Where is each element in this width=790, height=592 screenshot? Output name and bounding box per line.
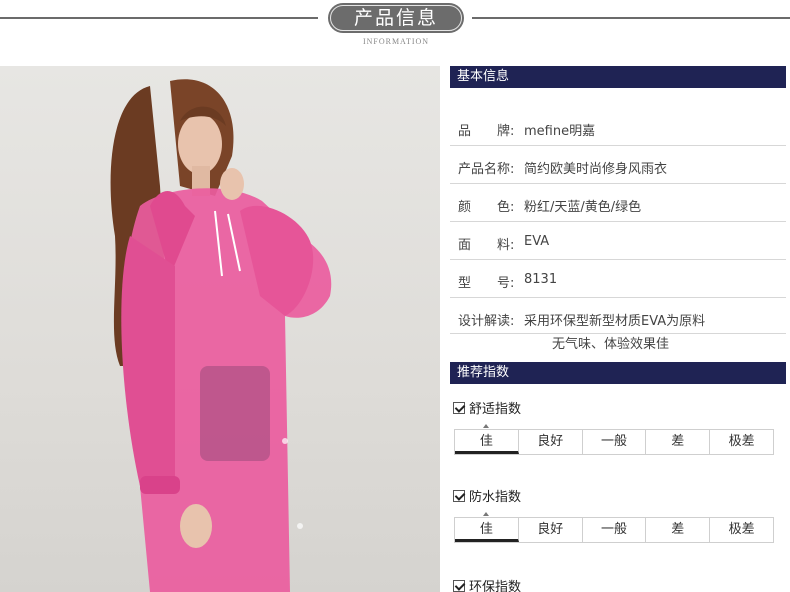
recommend-panel: 推荐指数 bbox=[450, 362, 786, 384]
product-photo bbox=[0, 66, 440, 592]
info-label: 产品名称: bbox=[458, 162, 515, 177]
index-name: 舒适指数 bbox=[469, 402, 522, 417]
header-divider-right bbox=[472, 17, 790, 19]
info-label: 型 号: bbox=[458, 276, 515, 291]
comfort-index-heading: 舒适指数 bbox=[453, 398, 521, 417]
comfort-rating-scale: 佳 良好 一般 差 极差 bbox=[454, 424, 774, 455]
checkbox-icon bbox=[453, 580, 465, 592]
section-title: 产品信息 bbox=[330, 5, 462, 31]
info-value: mefine明嘉 bbox=[524, 124, 596, 139]
basic-info-panel: 基本信息 bbox=[450, 66, 786, 88]
rating-option-selected: 佳 bbox=[455, 512, 519, 542]
info-label: 品 牌: bbox=[458, 124, 515, 139]
info-row-color: 颜 色: 粉红/天蓝/黄色/绿色 bbox=[450, 184, 786, 222]
info-row-brand: 品 牌: mefine明嘉 bbox=[450, 108, 786, 146]
info-row-model: 型 号: 8131 bbox=[450, 260, 786, 298]
info-label: 颜 色: bbox=[458, 200, 515, 215]
info-row-fabric: 面 料: EVA bbox=[450, 222, 786, 260]
rating-option: 良好 bbox=[519, 430, 583, 454]
waterproof-index-heading: 防水指数 bbox=[453, 486, 521, 505]
rating-option: 差 bbox=[646, 518, 711, 542]
section-header: 产品信息 INFORMATION bbox=[0, 0, 790, 58]
model-raincoat-illustration bbox=[110, 79, 332, 592]
info-value: 粉红/天蓝/黄色/绿色 bbox=[524, 200, 642, 215]
checkbox-icon bbox=[453, 402, 465, 414]
section-subtitle: INFORMATION bbox=[362, 37, 430, 46]
rating-option-selected: 佳 bbox=[455, 424, 519, 454]
header-divider-left bbox=[0, 17, 318, 19]
recommend-heading: 推荐指数 bbox=[450, 362, 786, 384]
info-label: 面 料: bbox=[458, 238, 515, 253]
waterproof-rating-scale: 佳 良好 一般 差 极差 bbox=[454, 512, 774, 543]
info-row-name: 产品名称: 简约欧美时尚修身风雨衣 bbox=[450, 146, 786, 184]
info-row-design: 设计解读: 采用环保型新型材质EVA为原料 bbox=[450, 298, 786, 334]
info-value: EVA bbox=[524, 234, 550, 249]
rating-option: 极差 bbox=[728, 522, 755, 537]
rating-option: 一般 bbox=[583, 518, 647, 542]
rating-option: 差 bbox=[646, 430, 711, 454]
basic-info-heading: 基本信息 bbox=[450, 66, 786, 88]
section-title-badge: 产品信息 bbox=[328, 3, 464, 33]
rating-option: 极差 bbox=[728, 434, 755, 449]
rating-option: 良好 bbox=[519, 518, 583, 542]
index-name: 防水指数 bbox=[469, 490, 522, 505]
index-name: 环保指数 bbox=[469, 580, 522, 592]
design-note-continued: 无气味、体验效果佳 bbox=[552, 337, 670, 352]
info-value: 8131 bbox=[524, 272, 558, 287]
info-label: 设计解读: bbox=[458, 314, 515, 329]
eco-index-heading: 环保指数 bbox=[453, 576, 521, 592]
info-value: 采用环保型新型材质EVA为原料 bbox=[524, 314, 706, 329]
checkbox-icon bbox=[453, 490, 465, 502]
rating-option: 一般 bbox=[583, 430, 647, 454]
info-value: 简约欧美时尚修身风雨衣 bbox=[524, 162, 668, 177]
